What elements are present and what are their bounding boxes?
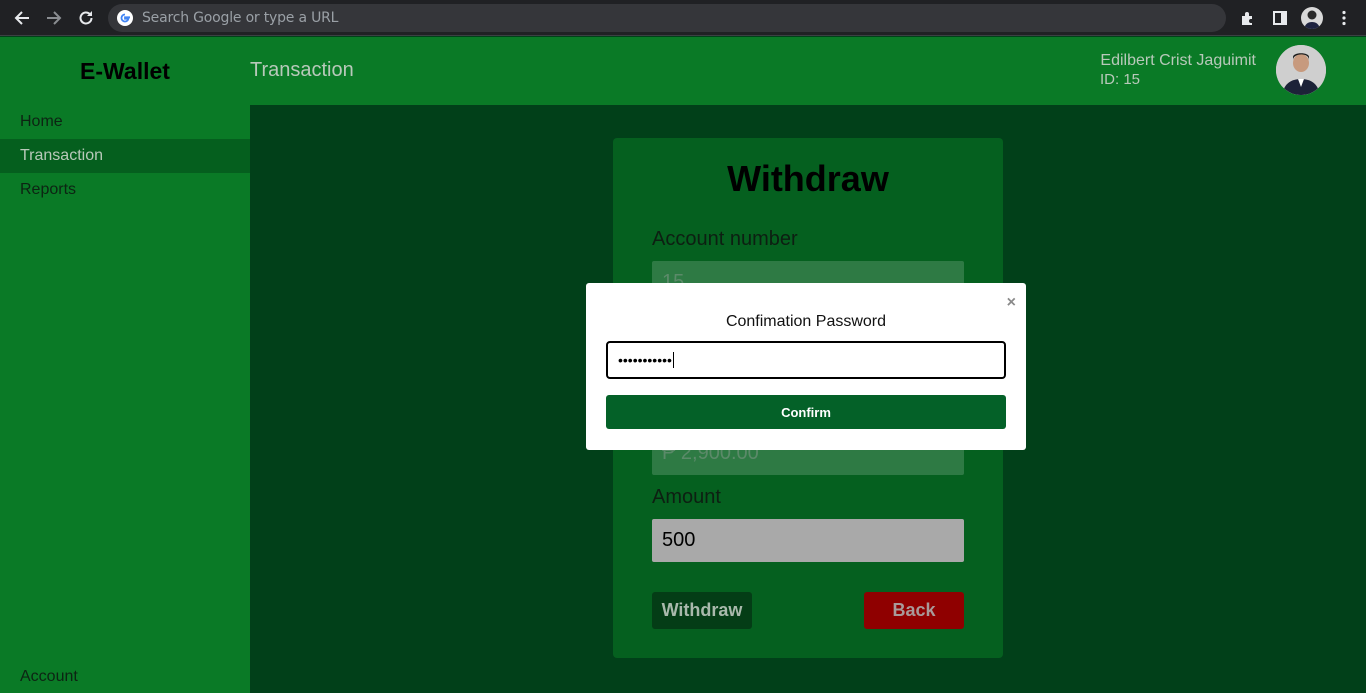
confirmation-modal: × Confimation Password ••••••••••• Confi… — [586, 283, 1026, 450]
forward-arrow-icon[interactable] — [42, 6, 66, 30]
password-field[interactable]: ••••••••••• — [606, 341, 1006, 379]
back-button[interactable]: Back — [864, 592, 964, 629]
confirm-button[interactable]: Confirm — [606, 395, 1006, 429]
account-number-label: Account number — [652, 228, 798, 250]
google-icon — [117, 10, 133, 26]
browser-profile-avatar[interactable] — [1301, 7, 1323, 29]
user-name: Edilbert Crist Jaguimit — [1100, 52, 1256, 69]
address-placeholder: Search Google or type a URL — [142, 10, 339, 26]
sidebar-item-home[interactable]: Home — [0, 105, 250, 139]
close-icon[interactable]: × — [1007, 295, 1016, 311]
avatar[interactable] — [1276, 45, 1326, 95]
user-id: ID: 15 — [1100, 71, 1141, 88]
modal-title: Confimation Password — [725, 313, 887, 330]
sidebar: Home Transaction Reports Account — [0, 105, 250, 693]
address-bar[interactable]: Search Google or type a URL — [108, 4, 1226, 32]
text-caret — [672, 352, 674, 368]
app-header: E-Wallet Transaction Edilbert Crist Jagu… — [0, 37, 1366, 105]
browser-menu-icon[interactable] — [1334, 8, 1354, 28]
side-panel-icon[interactable] — [1270, 8, 1290, 28]
reload-icon[interactable] — [74, 6, 98, 30]
browser-toolbar: Search Google or type a URL — [0, 0, 1366, 36]
amount-label: Amount — [652, 486, 721, 508]
extensions-icon[interactable] — [1238, 8, 1258, 28]
withdraw-button[interactable]: Withdraw — [652, 592, 752, 629]
password-value: ••••••••••• — [618, 352, 672, 368]
sidebar-item-reports[interactable]: Reports — [0, 173, 250, 207]
brand-logo-text: E-Wallet — [80, 57, 170, 84]
sidebar-item-account[interactable]: Account — [20, 668, 78, 686]
withdraw-title: Withdraw — [727, 158, 889, 199]
amount-field[interactable]: 500 — [652, 519, 964, 562]
page-title: Transaction — [250, 59, 354, 81]
back-arrow-icon[interactable] — [10, 6, 34, 30]
sidebar-item-transaction[interactable]: Transaction — [0, 139, 250, 173]
